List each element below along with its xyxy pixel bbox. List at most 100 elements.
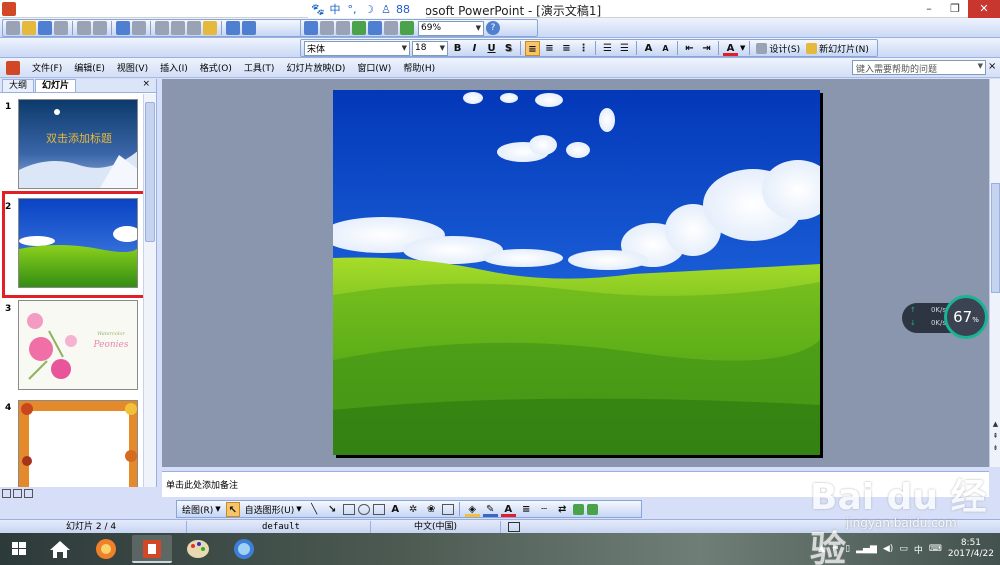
increase-font-icon[interactable]: A	[641, 41, 656, 56]
color-grayscale-icon[interactable]	[400, 21, 414, 35]
next-slide-icon[interactable]: ⇟	[991, 443, 1000, 453]
show-formatting-icon[interactable]	[384, 21, 398, 35]
home-taskbar-button[interactable]	[40, 535, 80, 563]
menu-insert[interactable]: 插入(I)	[154, 61, 194, 74]
spelling-icon[interactable]	[116, 21, 130, 35]
decrease-font-icon[interactable]: A	[658, 41, 673, 56]
start-button[interactable]	[4, 535, 34, 563]
diagram-icon[interactable]: ✲	[406, 502, 421, 517]
menu-view[interactable]: 视图(V)	[111, 61, 154, 74]
dash-style-icon[interactable]: ┄	[537, 502, 552, 517]
menu-tools[interactable]: 工具(T)	[238, 61, 281, 74]
research-icon[interactable]	[132, 21, 146, 35]
insert-chart-icon[interactable]	[304, 21, 318, 35]
autoshapes-button[interactable]: 自选图形(U) ▼	[243, 503, 304, 516]
copy-icon[interactable]	[171, 21, 185, 35]
print-icon[interactable]	[77, 21, 91, 35]
chevron-down-icon[interactable]: ▼	[740, 44, 745, 52]
paint-taskbar-button[interactable]	[178, 535, 218, 563]
slide-thumbnail-3[interactable]: Watercolor Peonies	[18, 300, 138, 390]
arrow-style-icon[interactable]: ⇄	[555, 502, 570, 517]
zoom-combo[interactable]: 69% ▼	[418, 20, 484, 36]
ime-moon-icon[interactable]: ☽	[362, 3, 376, 16]
network-speed-widget[interactable]: ↑ 0K/s ↓ 0K/s 67%	[902, 295, 988, 339]
redo-icon[interactable]	[242, 21, 256, 35]
slide-thumbnail-4[interactable]	[18, 400, 138, 487]
menu-help[interactable]: 帮助(H)	[397, 61, 441, 74]
3d-style-icon[interactable]	[586, 503, 598, 515]
slide-show-icon[interactable]	[24, 488, 33, 498]
rectangle-icon[interactable]	[342, 503, 355, 515]
main-scroll-thumb[interactable]	[991, 183, 1000, 293]
draw-menu-button[interactable]: 绘图(R) ▼	[180, 503, 223, 516]
restore-button[interactable]: ❐	[942, 0, 968, 18]
minimize-button[interactable]: –	[916, 0, 942, 18]
undo-icon[interactable]	[226, 21, 240, 35]
bold-button[interactable]: B	[450, 41, 465, 56]
distribute-icon[interactable]: ⋮	[576, 41, 591, 56]
shadow-button[interactable]: S	[501, 41, 516, 56]
new-doc-icon[interactable]	[6, 21, 20, 35]
menu-slide-show[interactable]: 幻灯片放映(D)	[280, 61, 351, 74]
textbox-icon[interactable]	[372, 503, 385, 515]
cut-icon[interactable]	[155, 21, 169, 35]
font-color-button[interactable]: A	[723, 41, 738, 56]
pane-close-button[interactable]: ×	[142, 79, 150, 89]
fill-color-icon[interactable]: ◈	[464, 502, 480, 517]
help-icon[interactable]: ?	[486, 21, 500, 35]
align-center-button[interactable]: ≡	[542, 41, 557, 56]
design-button[interactable]: 设计(S)	[754, 42, 802, 55]
italic-button[interactable]: I	[467, 41, 482, 56]
ime-chinese-mode[interactable]: 中	[328, 1, 342, 17]
oval-icon[interactable]	[357, 503, 370, 515]
slide-thumbnail-1[interactable]: 双击添加标题	[18, 99, 138, 189]
numbering-icon[interactable]: ☰	[600, 41, 615, 56]
expand-all-icon[interactable]	[368, 21, 382, 35]
slide-edit-area[interactable]	[162, 79, 989, 467]
select-objects-icon[interactable]: ↖	[225, 501, 240, 517]
ime-paw-icon[interactable]: 🐾	[311, 3, 325, 16]
line-icon[interactable]: ╲	[307, 502, 322, 517]
menu-format[interactable]: 格式(O)	[194, 61, 238, 74]
pane-scrollbar[interactable]	[143, 94, 156, 487]
menu-window[interactable]: 窗口(W)	[351, 61, 397, 74]
clipart-icon[interactable]: ❀	[424, 502, 439, 517]
tab-outline[interactable]: 大纲	[2, 79, 35, 92]
underline-button[interactable]: U	[484, 41, 499, 56]
normal-view-icon[interactable]	[2, 488, 11, 498]
arrow-icon[interactable]: ↘	[325, 502, 340, 517]
font-size-combo[interactable]: 18 ▼	[412, 40, 448, 56]
align-left-button[interactable]: ≡	[525, 40, 540, 56]
app-taskbar-button[interactable]	[224, 535, 264, 563]
insert-table-icon[interactable]	[320, 21, 334, 35]
new-slide-button[interactable]: 新幻灯片(N)	[804, 42, 871, 55]
close-button[interactable]: ✕	[968, 0, 1000, 18]
ime-grid-icon[interactable]: 88	[396, 3, 410, 16]
scroll-up-icon[interactable]: ▲	[991, 419, 1000, 429]
print-preview-icon[interactable]	[93, 21, 107, 35]
tab-slides[interactable]: 幻灯片	[35, 79, 77, 92]
permission-icon[interactable]	[54, 21, 68, 35]
line-style-icon[interactable]: ≡	[519, 502, 534, 517]
menu-edit[interactable]: 编辑(E)	[68, 61, 111, 74]
spelling-status-icon[interactable]	[508, 522, 520, 532]
format-painter-icon[interactable]	[203, 21, 217, 35]
font-color-icon[interactable]: A	[500, 502, 516, 517]
wordart-icon[interactable]: A	[388, 502, 403, 517]
align-right-button[interactable]: ≡	[559, 41, 574, 56]
open-folder-icon[interactable]	[22, 21, 36, 35]
paste-icon[interactable]	[187, 21, 201, 35]
powerpoint-taskbar-button[interactable]	[132, 535, 172, 563]
insert-picture-icon[interactable]	[352, 21, 366, 35]
slide-sorter-icon[interactable]	[13, 488, 22, 498]
tables-borders-icon[interactable]	[336, 21, 350, 35]
ime-punctuation-icon[interactable]: °,	[345, 3, 359, 16]
shadow-style-icon[interactable]	[572, 503, 584, 515]
main-scrollbar[interactable]: ▲ ⇞ ⇟	[989, 79, 1000, 467]
browser-taskbar-button[interactable]	[86, 535, 126, 563]
save-icon[interactable]	[38, 21, 52, 35]
font-name-combo[interactable]: 宋体 ▼	[304, 40, 410, 56]
document-close-button[interactable]: ×	[988, 61, 996, 72]
insert-picture-icon[interactable]	[441, 503, 454, 515]
help-search-input[interactable]: 键入需要帮助的问题 ▼	[852, 60, 986, 75]
